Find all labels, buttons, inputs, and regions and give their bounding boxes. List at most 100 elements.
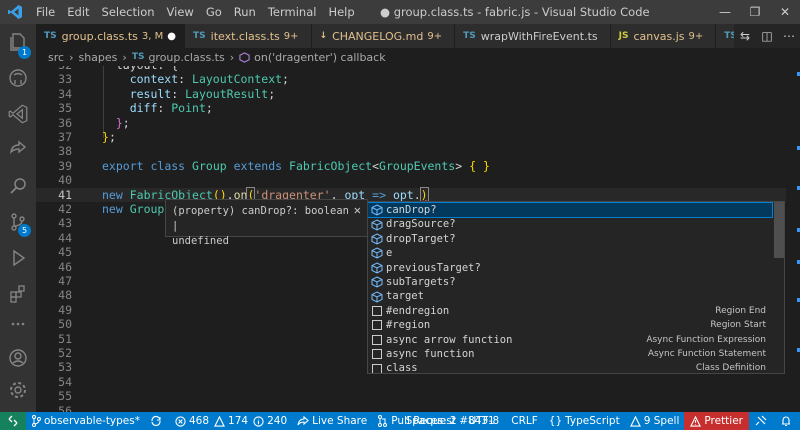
suggestion-item[interactable]: dropTarget? — [368, 232, 772, 246]
file-type-icon: TS — [193, 31, 206, 41]
close-icon[interactable]: ✕ — [354, 203, 361, 218]
indentation-button[interactable]: Spaces: 2 — [400, 412, 463, 430]
github-icon[interactable] — [6, 66, 30, 90]
property-icon — [368, 291, 386, 303]
braces-icon: {} — [548, 415, 563, 427]
suggestion-scrollbar[interactable] — [774, 202, 784, 258]
line-number: 37 — [58, 130, 72, 144]
feedback-icon[interactable] — [749, 412, 775, 430]
code-text: }; — [102, 130, 116, 144]
remote-indicator-icon[interactable] — [0, 412, 26, 430]
code-token: : — [157, 101, 172, 116]
language-label: TypeScript — [565, 415, 620, 427]
spell-label: 9 Spell — [643, 415, 680, 427]
suggestion-item[interactable]: canDrop? — [368, 202, 773, 219]
snippet-icon — [368, 363, 386, 373]
suggestion-widget: canDrop? dragSource? dropTarget? e previousT… — [367, 201, 785, 374]
code-text: result: LayoutResult; — [102, 87, 275, 101]
code-line: 37}; — [36, 130, 786, 144]
extensions-icon[interactable] — [6, 282, 30, 306]
suggestion-item[interactable]: #endregion Region End — [368, 304, 772, 318]
menu-file[interactable]: File — [30, 0, 61, 24]
language-mode-button[interactable]: {} TypeScript — [544, 412, 625, 430]
line-number: 47 — [58, 274, 72, 288]
suggestion-item[interactable]: dragSource? — [368, 217, 772, 231]
code-token: Group — [192, 158, 227, 173]
run-debug-icon[interactable] — [6, 246, 30, 270]
snippet-icon — [368, 334, 386, 346]
encoding-button[interactable]: UTF-8 — [463, 412, 506, 430]
suggestion-item[interactable]: e — [368, 246, 772, 260]
code-token: } — [482, 158, 490, 173]
tab-1[interactable]: TS itext.class.ts 9+ — [185, 24, 312, 48]
activity-bar: 1 5 — [0, 24, 36, 412]
split-editor-icon[interactable]: ◫ — [756, 29, 778, 43]
remote-explorer-icon[interactable] — [6, 138, 30, 162]
suggestion-item[interactable]: previousTarget? — [368, 261, 772, 275]
tab-0[interactable]: TS group.class.ts 3, M ● — [36, 24, 186, 48]
code-token: ; — [268, 86, 276, 101]
suggestion-item[interactable]: subTargets? — [368, 275, 772, 289]
suggestion-label: async arrow function — [386, 333, 513, 346]
snippet-icon — [368, 305, 386, 317]
code-token: layout: { — [102, 66, 178, 72]
code-token: LayoutResult — [185, 86, 269, 101]
live-share-button[interactable]: Live Share — [292, 412, 372, 430]
breadcrumb-file[interactable]: group.class.ts — [148, 51, 224, 64]
prettier-button[interactable]: Prettier — [684, 412, 749, 430]
suggestion-item[interactable]: target — [368, 289, 772, 303]
suggestion-label: async function — [386, 348, 475, 360]
error-count: 468 — [189, 415, 210, 427]
menu-terminal[interactable]: Terminal — [262, 0, 323, 24]
code-token: < — [372, 158, 380, 173]
code-token: opt — [392, 187, 414, 202]
menu-go[interactable]: Go — [200, 0, 228, 24]
search-icon[interactable] — [6, 174, 30, 198]
close-window-button[interactable]: ✕ — [770, 0, 800, 24]
code-line: 40 — [36, 173, 786, 187]
breadcrumb-symbol[interactable]: on('dragenter') callback — [254, 51, 385, 64]
more-actions-icon[interactable]: ⋯ — [778, 29, 800, 43]
notifications-bell-icon[interactable] — [775, 412, 800, 430]
settings-gear-icon[interactable] — [6, 378, 30, 402]
suggestion-item[interactable]: #region Region Start — [368, 318, 772, 332]
more-icon[interactable] — [6, 312, 30, 336]
problems-indicator[interactable]: 468 174 240 — [170, 412, 292, 430]
tab-2[interactable]: ↓ CHANGELOG.md 9+ — [311, 24, 456, 48]
unsaved-dot-icon[interactable]: ● — [167, 31, 176, 42]
tab-3[interactable]: TS wrapWithFireEvent.ts — [455, 24, 611, 48]
account-icon[interactable] — [6, 346, 30, 370]
breadcrumb-shapes[interactable]: shapes — [78, 51, 117, 64]
suggestion-item[interactable]: async arrow function Async Function Expre… — [368, 333, 772, 347]
code-token: ; — [108, 130, 116, 144]
menu-selection[interactable]: Selection — [96, 0, 161, 24]
suggestion-item[interactable]: class Class Definition — [368, 361, 772, 373]
restore-button[interactable]: ❐ — [740, 0, 770, 24]
tab-label: itext.class.ts — [210, 29, 280, 43]
suggestion-label: target — [386, 290, 424, 303]
minimize-button[interactable]: — — [710, 0, 740, 24]
sync-icon[interactable] — [145, 412, 170, 430]
code-token: FabricObject — [289, 158, 373, 173]
code-token: > — [455, 158, 470, 173]
tab-4[interactable]: JS canvas.js 9+ — [610, 24, 717, 48]
line-number: 36 — [58, 115, 72, 130]
code-text: export class Group extends FabricObject<… — [102, 159, 490, 173]
eol-button[interactable]: CRLF — [505, 412, 544, 430]
spell-check-button[interactable]: 9 Spell — [625, 412, 685, 430]
menu-run[interactable]: Run — [228, 0, 262, 24]
menu-help[interactable]: Help — [322, 0, 360, 24]
code-token: LayoutContext — [192, 72, 283, 87]
vscode-icon[interactable] — [6, 102, 30, 126]
menu-edit[interactable]: Edit — [61, 0, 95, 24]
compare-icon[interactable]: ⇆ — [734, 29, 756, 43]
code-token: export — [102, 158, 144, 173]
suggestion-item[interactable]: async function Async Function Statement — [368, 347, 772, 361]
line-number: 41 — [58, 187, 72, 202]
title-bar: File Edit Selection View Go Run Terminal… — [0, 0, 800, 24]
menu-view[interactable]: View — [161, 0, 200, 24]
breadcrumb-src[interactable]: src — [48, 51, 64, 64]
branch-indicator[interactable]: observable-types* — [26, 412, 145, 430]
